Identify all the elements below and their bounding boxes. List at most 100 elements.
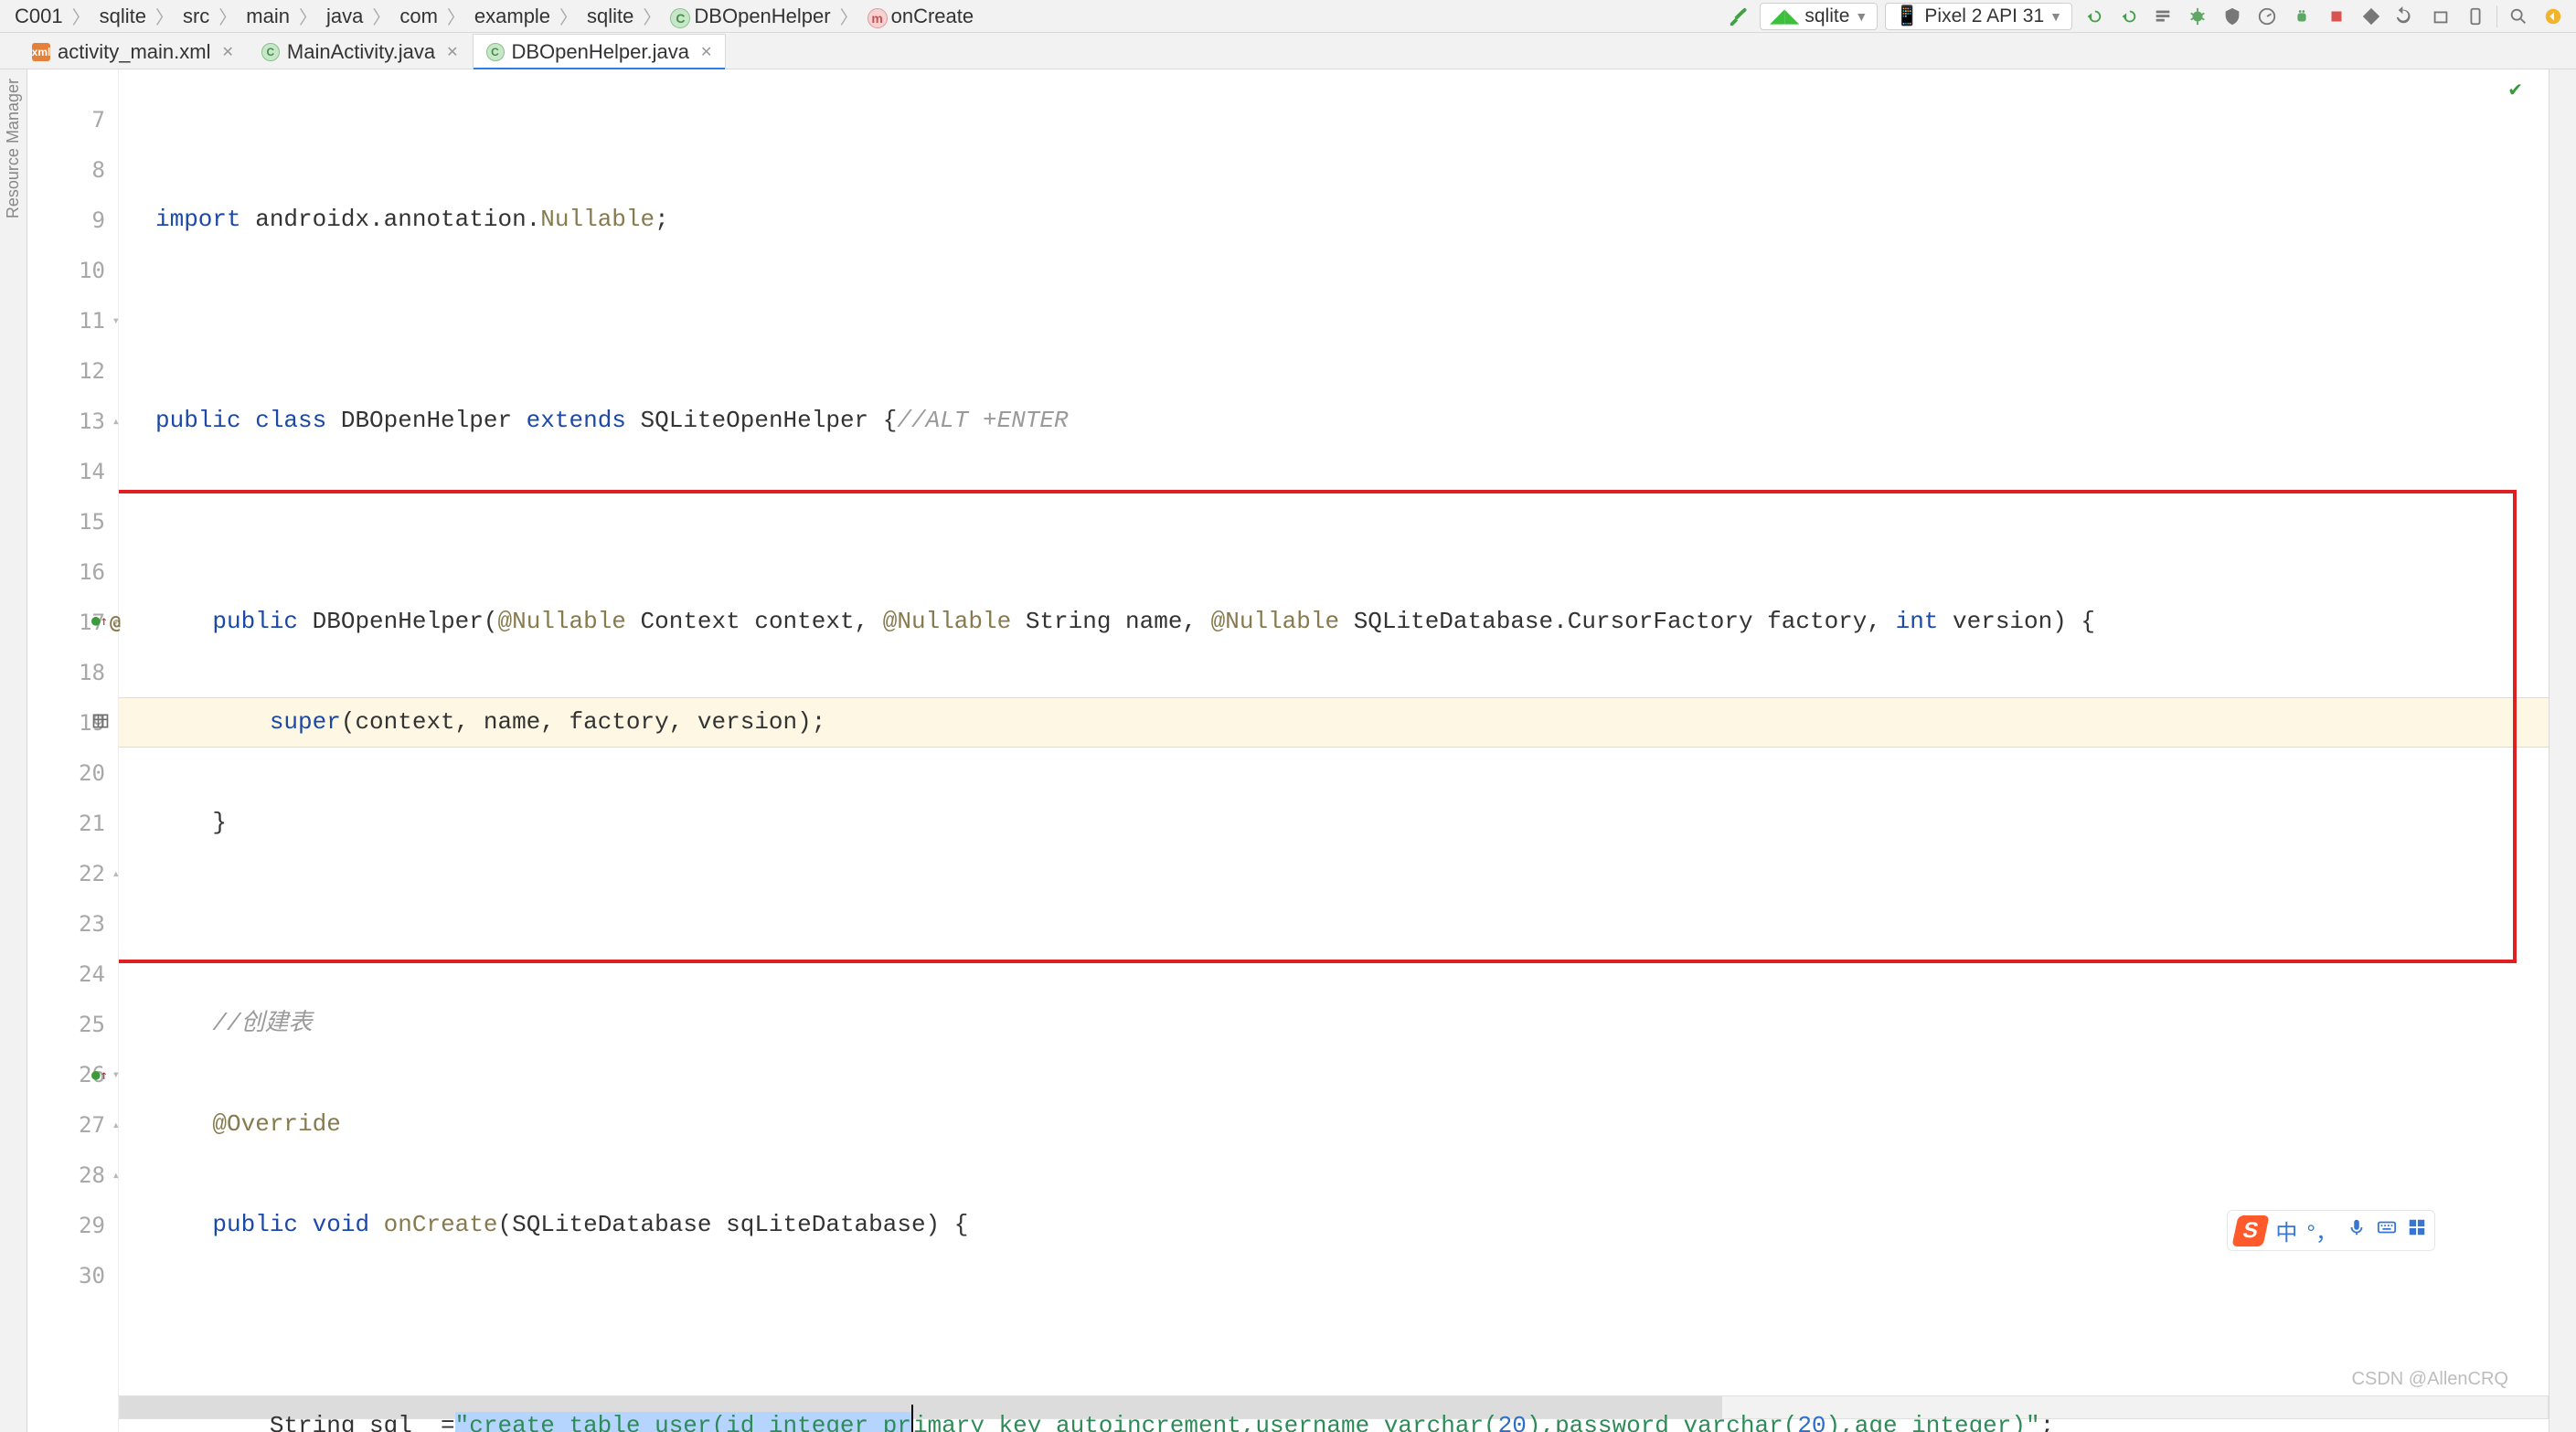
line-number[interactable]: 18 [27, 647, 118, 697]
code-string: imary key autoincrement, [913, 1412, 1255, 1432]
line-number[interactable]: 9 [27, 195, 118, 245]
keyboard-icon[interactable] [2376, 1217, 2398, 1244]
line-number[interactable]: 19 [27, 697, 118, 748]
breadcrumb-class-label: DBOpenHelper [694, 5, 830, 27]
coverage-icon[interactable] [2219, 3, 2246, 30]
breadcrumb-item[interactable]: sqlite [94, 3, 152, 30]
code-text: public [155, 608, 313, 635]
line-number[interactable]: 21 [27, 798, 118, 848]
breadcrumb-item[interactable]: com [394, 3, 443, 30]
chevron-down-icon: ▼ [1855, 9, 1868, 24]
box-icon[interactable] [2427, 3, 2454, 30]
run-icon[interactable] [2080, 3, 2107, 30]
git-icon[interactable] [2358, 3, 2385, 30]
line-number[interactable]: 12 [27, 345, 118, 396]
code-text: (context, name, factory, version); [341, 708, 826, 736]
breadcrumb-method[interactable]: monCreate [862, 3, 980, 30]
device-label: Pixel 2 API 31 [1924, 5, 2044, 27]
ime-lang[interactable]: 中 [2275, 1215, 2297, 1246]
main-area: Resource Manager 7891011▾1213▴141516●↑@1… [0, 69, 2576, 1432]
code-string: ),age integer)" [1826, 1412, 2040, 1432]
navigation-bar: C001〉 sqlite〉 src〉 main〉 java〉 com〉 exam… [0, 0, 2576, 33]
close-icon[interactable]: ✕ [442, 43, 458, 61]
code-text [155, 1010, 212, 1037]
line-number[interactable]: 14 [27, 446, 118, 496]
right-tool-strip [2549, 69, 2576, 1432]
run-config-label: sqlite [1804, 5, 1849, 27]
line-number[interactable]: 13▴ [27, 396, 118, 446]
code-text: ; [2040, 1412, 2055, 1432]
code-text: SQLiteDatabase.CursorFactory factory, [1339, 608, 1896, 635]
line-number[interactable]: 25 [27, 999, 118, 1049]
class-icon: C [670, 8, 690, 28]
code-string: ),password varchar( [1527, 1412, 1797, 1432]
line-number[interactable]: 28▴ [27, 1150, 118, 1200]
line-number[interactable]: 11▾ [27, 295, 118, 345]
code-number: 20 [1498, 1412, 1527, 1432]
class-file-icon: C [486, 43, 505, 61]
stop-icon[interactable] [2323, 3, 2350, 30]
git-revert-icon[interactable] [2392, 3, 2420, 30]
kw-import: import [155, 206, 241, 233]
run-config-dropdown[interactable]: ◢◣ sqlite ▼ [1760, 3, 1878, 30]
line-number[interactable]: 24 [27, 949, 118, 999]
breadcrumb-item[interactable]: C001 [9, 3, 69, 30]
punctuation-icon[interactable]: °， [2306, 1215, 2337, 1246]
chevron-right-icon: 〉 [559, 3, 578, 29]
chevron-right-icon: 〉 [447, 3, 465, 29]
code-text: } [155, 809, 227, 836]
class-file-icon: C [261, 43, 280, 61]
apply-changes-icon[interactable] [2114, 3, 2142, 30]
breadcrumb-item[interactable]: src [177, 3, 215, 30]
line-number[interactable]: ●↑@17▾ [27, 597, 118, 647]
close-icon[interactable]: ✕ [218, 43, 233, 61]
line-number[interactable]: ●↑26▾ [27, 1049, 118, 1099]
code-annotation: @Nullable [1211, 608, 1339, 635]
debug-icon[interactable] [2184, 3, 2211, 30]
line-number[interactable]: 16 [27, 546, 118, 597]
code-changes-icon[interactable] [2149, 3, 2177, 30]
code-text: String name, [1011, 608, 1210, 635]
sogou-icon[interactable]: S [2232, 1215, 2270, 1246]
chevron-right-icon: 〉 [372, 3, 390, 29]
android-debug-icon[interactable] [2288, 3, 2315, 30]
breadcrumb: C001〉 sqlite〉 src〉 main〉 java〉 com〉 exam… [9, 3, 979, 30]
left-strip-label[interactable]: Resource Manager [4, 79, 23, 218]
breadcrumb-method-label: onCreate [891, 5, 974, 27]
device-dropdown[interactable]: 📱 Pixel 2 API 31 ▼ [1885, 3, 2072, 30]
line-number[interactable]: 29 [27, 1200, 118, 1250]
grid-icon[interactable] [2407, 1217, 2427, 1244]
code-string: username varchar( [1255, 1412, 1497, 1432]
line-number[interactable]: 7 [27, 94, 118, 144]
code-text: public class [155, 407, 341, 434]
ime-bar[interactable]: S 中 °， [2227, 1210, 2435, 1251]
line-number[interactable]: 10 [27, 245, 118, 295]
line-number[interactable]: 23 [27, 898, 118, 949]
editor-tab[interactable]: C MainActivity.java ✕ [248, 34, 473, 69]
line-number[interactable]: 15 [27, 496, 118, 546]
chevron-right-icon: 〉 [218, 3, 237, 29]
breadcrumb-item[interactable]: main [240, 3, 295, 30]
code-text: Context context, [626, 608, 883, 635]
hammer-icon[interactable] [1725, 3, 1752, 30]
chevron-right-icon: 〉 [299, 3, 317, 29]
editor-tab[interactable]: xml activity_main.xml ✕ [18, 34, 248, 69]
editor-tab-active[interactable]: C DBOpenHelper.java ✕ [473, 34, 727, 69]
device-manager-icon[interactable] [2462, 3, 2489, 30]
breadcrumb-item[interactable]: example [469, 3, 556, 30]
close-icon[interactable]: ✕ [697, 43, 712, 61]
breadcrumb-class[interactable]: CDBOpenHelper [665, 3, 836, 30]
mic-icon[interactable] [2347, 1217, 2367, 1244]
line-number[interactable]: 30 [27, 1250, 118, 1300]
bulb-icon[interactable] [2539, 3, 2567, 30]
search-icon[interactable] [2505, 3, 2532, 30]
code-editor[interactable]: ✔ import androidx.annotation.Nullable; p… [119, 69, 2549, 1432]
line-number[interactable]: 22▴ [27, 848, 118, 898]
line-number[interactable]: 27▴ [27, 1099, 118, 1150]
line-number[interactable]: 8 [27, 144, 118, 195]
breadcrumb-item[interactable]: java [321, 3, 368, 30]
code-annotation: @Nullable [497, 608, 625, 635]
profiler-icon[interactable] [2253, 3, 2281, 30]
breadcrumb-item[interactable]: sqlite [581, 3, 639, 30]
line-number[interactable]: 20 [27, 748, 118, 798]
